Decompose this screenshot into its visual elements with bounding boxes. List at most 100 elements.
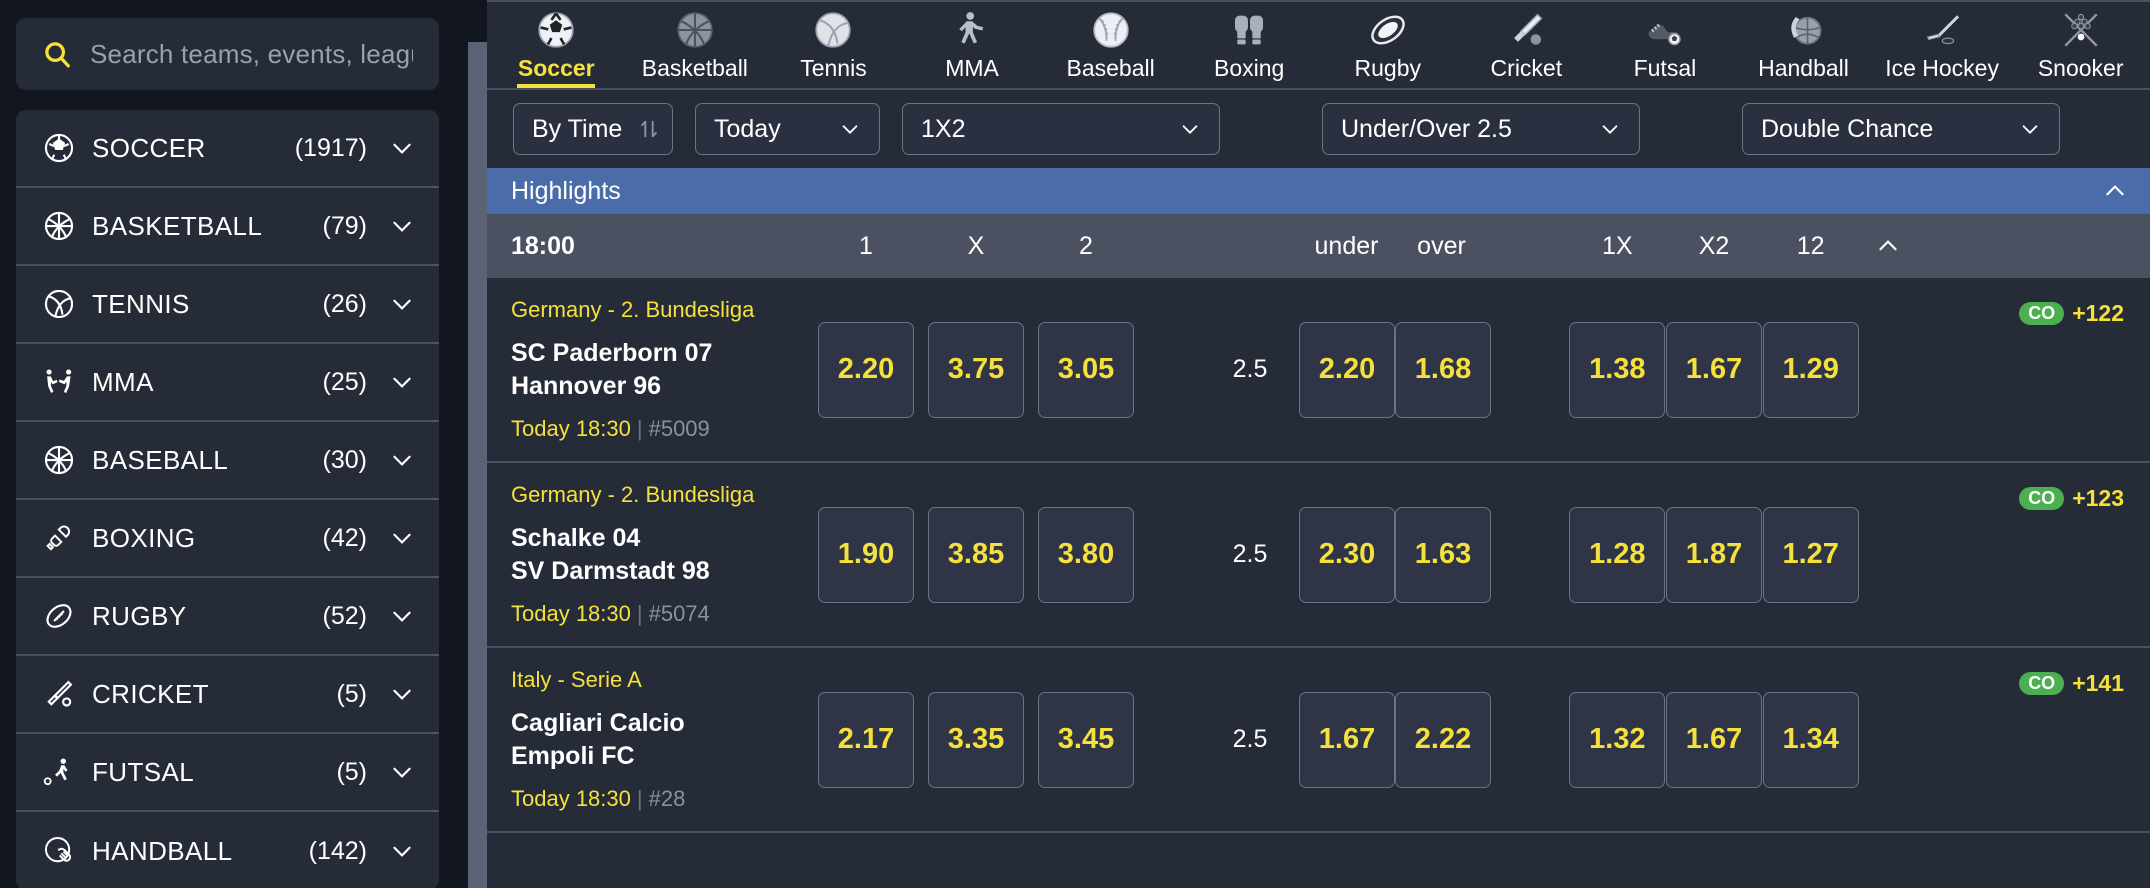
tab-snooker[interactable]: Snooker [2011, 2, 2150, 88]
chevron-down-icon[interactable] [389, 681, 415, 707]
odds-button[interactable]: 1.34 [1762, 691, 1859, 788]
chevron-down-icon[interactable] [389, 135, 415, 161]
chevron-up-icon[interactable] [2102, 178, 2128, 204]
odds-cell-under[interactable]: 2.30 [1299, 463, 1395, 646]
sidebar-item-tennis[interactable]: TENNIS (26) [16, 266, 439, 344]
odds-cell-over[interactable]: 1.68 [1395, 278, 1491, 461]
odds-button[interactable]: 1.67 [1299, 691, 1395, 788]
highlights-section-header[interactable]: Highlights [487, 168, 2150, 214]
odds-button[interactable]: 1.27 [1762, 506, 1859, 603]
odds-button[interactable]: 1.67 [1666, 691, 1762, 788]
tab-ice-hockey[interactable]: Ice Hockey [1873, 2, 2012, 88]
more-markets-badge[interactable]: CO +122 [2019, 300, 2124, 327]
chevron-down-icon[interactable] [389, 447, 415, 473]
odds-cell-x2[interactable]: 1.67 [1666, 278, 1763, 461]
odds-cell-2[interactable]: 3.80 [1031, 463, 1141, 646]
chevron-down-icon[interactable] [389, 603, 415, 629]
odds-button[interactable]: 1.29 [1762, 321, 1859, 418]
chevron-down-icon[interactable] [389, 759, 415, 785]
odds-button[interactable]: 1.32 [1569, 691, 1666, 788]
odds-cell-1[interactable]: 2.20 [811, 278, 921, 461]
odds-button[interactable]: 1.63 [1395, 506, 1491, 603]
chevron-down-icon[interactable] [389, 838, 415, 864]
odds-cell-1x[interactable]: 1.32 [1569, 648, 1666, 831]
market-double-chance-dropdown[interactable]: Double Chance [1742, 103, 2060, 155]
odds-cell-x[interactable]: 3.35 [921, 648, 1031, 831]
odds-button[interactable]: 3.80 [1038, 506, 1134, 603]
sidebar-item-futsal[interactable]: FUTSAL (5) [16, 734, 439, 812]
market-1x2-dropdown[interactable]: 1X2 [902, 103, 1220, 155]
odds-cell-12[interactable]: 1.34 [1762, 648, 1859, 831]
sidebar-item-handball[interactable]: HANDBALL (142) [16, 812, 439, 888]
odds-cell-under[interactable]: 2.20 [1299, 278, 1395, 461]
sidebar-item-basketball[interactable]: BASKETBALL (79) [16, 188, 439, 266]
tab-rugby[interactable]: Rugby [1318, 2, 1457, 88]
odds-cell-1[interactable]: 2.17 [811, 648, 921, 831]
odds-button[interactable]: 3.75 [928, 321, 1024, 418]
odds-button[interactable]: 2.20 [1299, 321, 1395, 418]
market-underover-dropdown[interactable]: Under/Over 2.5 [1322, 103, 1640, 155]
sidebar-item-baseball[interactable]: BASEBALL (30) [16, 422, 439, 500]
odds-button[interactable]: 1.38 [1569, 321, 1666, 418]
odds-cell-x2[interactable]: 1.87 [1666, 463, 1763, 646]
tab-baseball[interactable]: Baseball [1041, 2, 1180, 88]
odds-cell-under[interactable]: 1.67 [1299, 648, 1395, 831]
chevron-down-icon[interactable] [389, 369, 415, 395]
sidebar-item-mma[interactable]: MMA (25) [16, 344, 439, 422]
match-info[interactable]: Germany - 2. Bundesliga Schalke 04 SV Da… [511, 463, 811, 646]
odds-button[interactable]: 3.45 [1038, 691, 1134, 788]
tab-cricket[interactable]: Cricket [1457, 2, 1596, 88]
odds-cell-x[interactable]: 3.75 [921, 278, 1031, 461]
odds-cell-1x[interactable]: 1.28 [1569, 463, 1666, 646]
odds-button[interactable]: 1.28 [1569, 506, 1666, 603]
more-markets-badge[interactable]: CO +141 [2019, 670, 2124, 697]
sidebar-item-soccer[interactable]: SOCCER (1917) [16, 110, 439, 188]
tab-handball[interactable]: Handball [1734, 2, 1873, 88]
more-markets-badge[interactable]: CO +123 [2019, 485, 2124, 512]
odds-button[interactable]: 2.30 [1299, 506, 1395, 603]
search-input[interactable]: Search teams, events, leagues [16, 18, 439, 90]
tab-mma[interactable]: MMA [903, 2, 1042, 88]
odds-cell-over[interactable]: 2.22 [1395, 648, 1491, 831]
odds-cell-12[interactable]: 1.27 [1762, 463, 1859, 646]
odds-button[interactable]: 1.68 [1395, 321, 1491, 418]
odds-cell-over[interactable]: 1.63 [1395, 463, 1491, 646]
table-row[interactable]: Germany - 2. Bundesliga SC Paderborn 07 … [487, 278, 2150, 463]
match-info[interactable]: Italy - Serie A Cagliari Calcio Empoli F… [511, 648, 811, 831]
odds-button[interactable]: 1.90 [818, 506, 914, 603]
day-filter-dropdown[interactable]: Today [695, 103, 880, 155]
odds-button[interactable]: 1.67 [1666, 321, 1762, 418]
match-info[interactable]: Germany - 2. Bundesliga SC Paderborn 07 … [511, 278, 811, 461]
odds-button[interactable]: 3.35 [928, 691, 1024, 788]
sidebar-item-boxing[interactable]: BOXING (42) [16, 500, 439, 578]
odds-button[interactable]: 3.85 [928, 506, 1024, 603]
odds-cell-1x[interactable]: 1.38 [1569, 278, 1666, 461]
scrollbar-thumb[interactable] [468, 42, 487, 888]
page-scrollbar[interactable] [455, 0, 487, 888]
odds-button[interactable]: 2.17 [818, 691, 914, 788]
odds-cell-x2[interactable]: 1.67 [1666, 648, 1763, 831]
chevron-down-icon[interactable] [389, 213, 415, 239]
odds-cell-12[interactable]: 1.29 [1762, 278, 1859, 461]
odds-cell-2[interactable]: 3.45 [1031, 648, 1141, 831]
chevron-up-icon[interactable] [1859, 233, 1901, 259]
odds-cell-2[interactable]: 3.05 [1031, 278, 1141, 461]
odds-button[interactable]: 3.05 [1038, 321, 1134, 418]
tab-tennis[interactable]: Tennis [764, 2, 903, 88]
table-row[interactable]: Germany - 2. Bundesliga Schalke 04 SV Da… [487, 463, 2150, 648]
odds-button[interactable]: 2.20 [818, 321, 914, 418]
table-row[interactable]: Italy - Serie A Cagliari Calcio Empoli F… [487, 648, 2150, 833]
odds-button[interactable]: 1.87 [1666, 506, 1762, 603]
tab-futsal[interactable]: Futsal [1596, 2, 1735, 88]
sidebar-item-cricket[interactable]: CRICKET (5) [16, 656, 439, 734]
chevron-down-icon[interactable] [389, 291, 415, 317]
odds-cell-1[interactable]: 1.90 [811, 463, 921, 646]
chevron-down-icon[interactable] [389, 525, 415, 551]
odds-button[interactable]: 2.22 [1395, 691, 1491, 788]
sidebar-item-rugby[interactable]: RUGBY (52) [16, 578, 439, 656]
tab-boxing[interactable]: Boxing [1180, 2, 1319, 88]
tab-basketball[interactable]: Basketball [626, 2, 765, 88]
tab-soccer[interactable]: Soccer [487, 2, 626, 88]
sort-by-time-dropdown[interactable]: By Time [513, 103, 673, 155]
odds-cell-x[interactable]: 3.85 [921, 463, 1031, 646]
